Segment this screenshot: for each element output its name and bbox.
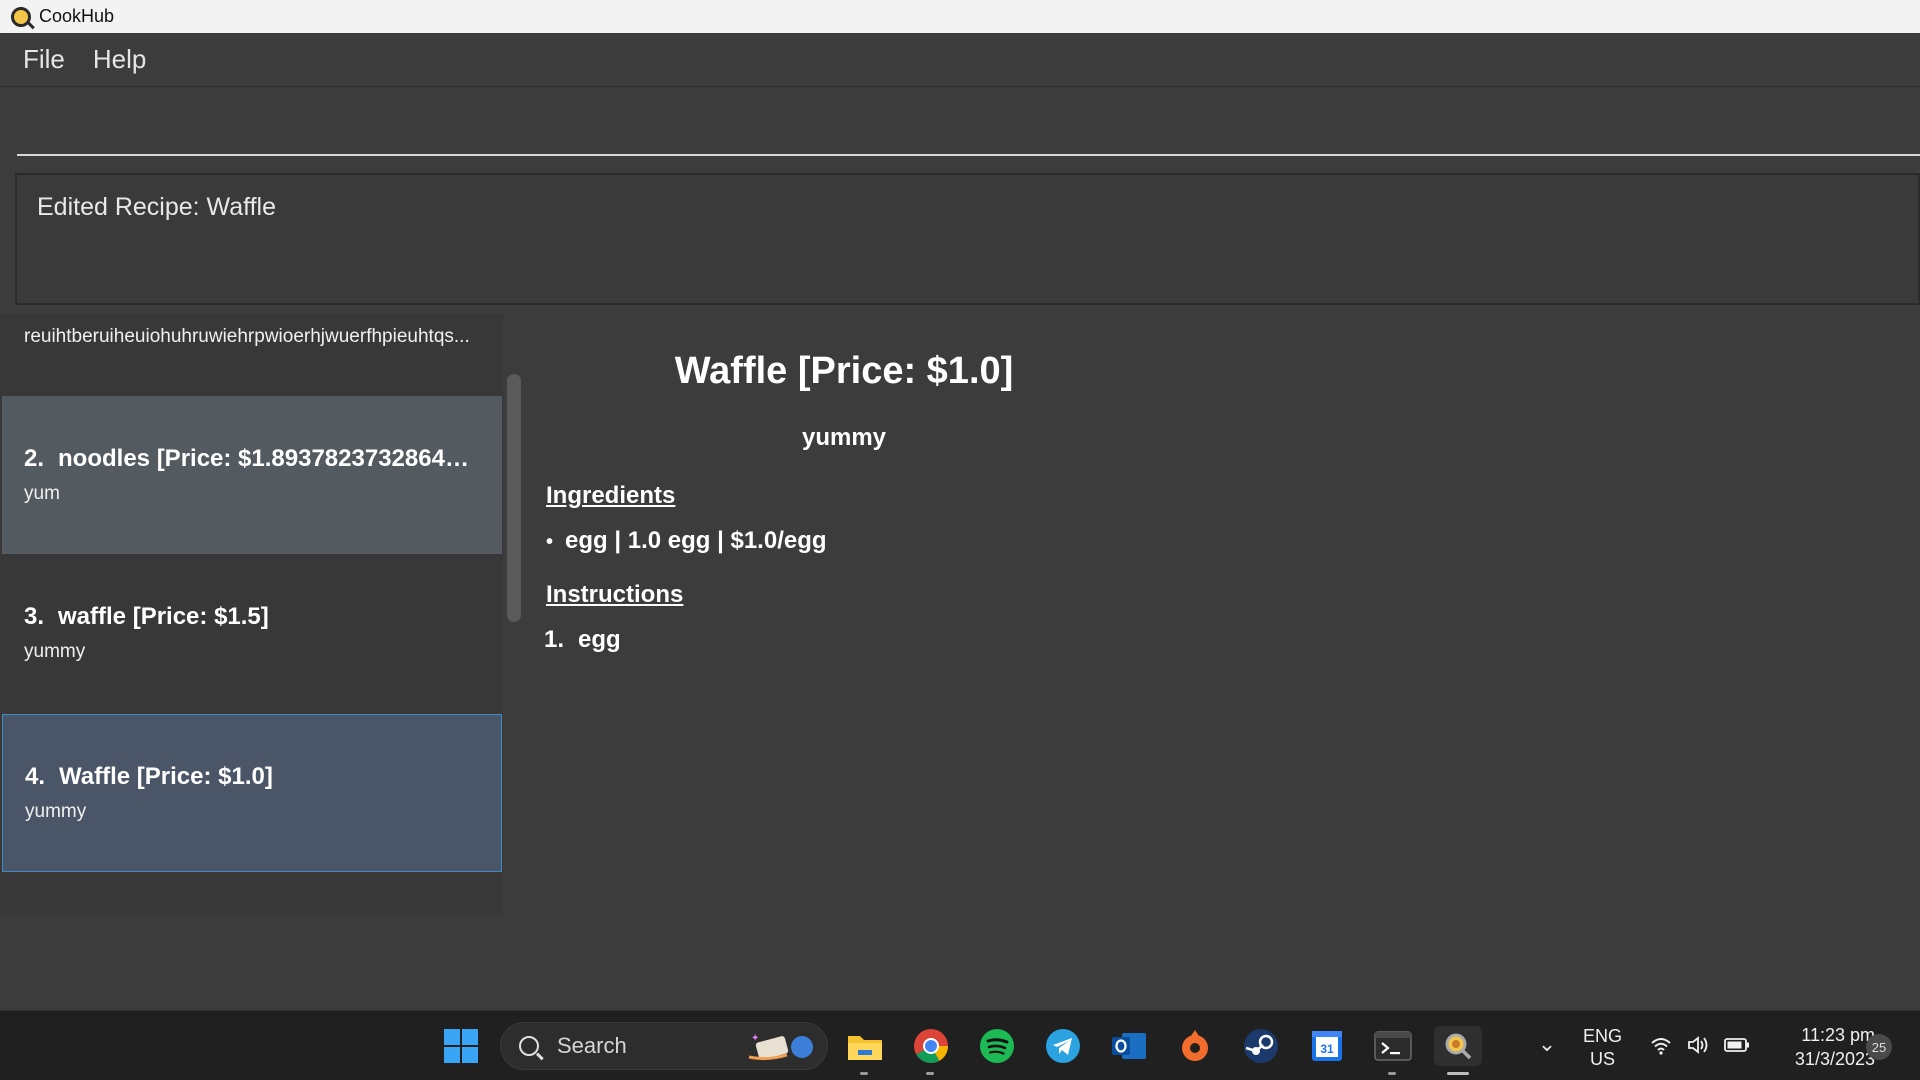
steam-icon[interactable]	[1241, 1026, 1281, 1066]
result-display: Edited Recipe: Waffle	[15, 173, 1920, 305]
system-clock[interactable]: 11:23 pm 31/3/2023	[1760, 1023, 1875, 1071]
taskbar-search[interactable]: Search ✦	[500, 1022, 828, 1070]
instructions-heading: Instructions	[546, 581, 684, 608]
window-titlebar: CookHub	[0, 0, 1920, 33]
file-explorer-icon[interactable]	[845, 1026, 885, 1075]
recipe-index: 4.	[25, 763, 46, 790]
menu-help[interactable]: Help	[79, 44, 160, 75]
wifi-icon[interactable]	[1650, 1034, 1672, 1056]
recipe-card-1[interactable]: reuihtberuiheuiohuhruwiehrpwioerhjwuerfh…	[2, 314, 502, 396]
system-tray[interactable]	[1650, 1034, 1750, 1056]
clock-date: 31/3/2023	[1794, 1049, 1875, 1069]
menu-file[interactable]: File	[0, 44, 79, 75]
recipe-title: waffle [Price: $1.5]	[58, 603, 269, 630]
cookhub-logo-icon	[11, 6, 31, 27]
calendar-day: 31	[1320, 1042, 1334, 1056]
recipe-index: 3.	[24, 603, 45, 630]
cookhub-taskbar-icon[interactable]	[1434, 1026, 1482, 1075]
detail-title: Waffle [Price: $1.0]	[674, 350, 1014, 392]
chrome-icon[interactable]	[911, 1026, 951, 1075]
ingredient-item: • egg | 1.0 egg | $1.0/egg	[546, 527, 827, 555]
language-indicator[interactable]: ENG US	[1583, 1025, 1622, 1071]
spotify-icon[interactable]	[977, 1026, 1017, 1066]
recipe-card-2[interactable]: 2. noodles [Price: $1.893782373286429E...…	[2, 396, 502, 554]
notification-badge[interactable]: 25	[1866, 1034, 1892, 1060]
recipe-card-desc: reuihtberuiheuiohuhruwiehrpwioerhjwuerfh…	[24, 326, 470, 347]
bullet-icon: •	[546, 531, 554, 553]
language-code: ENG	[1583, 1026, 1623, 1046]
battery-icon[interactable]	[1724, 1034, 1750, 1056]
recipe-card-desc: yummy	[25, 801, 87, 822]
keyboard-layout: US	[1590, 1049, 1616, 1069]
recipe-card-desc: yummy	[24, 641, 86, 662]
ingredient-text: egg | 1.0 egg | $1.0/egg	[565, 527, 827, 554]
recipe-card-desc: yum	[24, 483, 60, 504]
svg-text:✦: ✦	[751, 1033, 759, 1044]
recipe-list-scrollbar[interactable]	[503, 314, 524, 916]
search-label: Search	[557, 1033, 627, 1058]
volume-icon[interactable]	[1686, 1034, 1710, 1056]
tray-overflow-chevron-icon[interactable]: ⌄	[1528, 1031, 1566, 1061]
search-icon	[519, 1036, 539, 1056]
scrollbar-thumb[interactable]	[507, 374, 521, 622]
terminal-icon[interactable]	[1373, 1026, 1413, 1075]
result-text: Edited Recipe: Waffle	[37, 193, 277, 221]
windows-start-icon[interactable]	[441, 1026, 481, 1066]
menu-bar: File Help	[0, 33, 1920, 87]
window-title: CookHub	[39, 6, 115, 26]
calendar-icon[interactable]: 31	[1307, 1026, 1347, 1066]
command-area	[0, 88, 1920, 168]
windows-taskbar: Search ✦ 31 ⌄ ENG US 11:23 pm 31/3/2023 …	[0, 1010, 1920, 1080]
search-highlight-icon: ✦	[748, 1033, 813, 1061]
recipe-card-title: 3. waffle [Price: $1.5]	[24, 603, 480, 631]
detail-description: yummy	[801, 424, 887, 451]
origin-icon[interactable]	[1175, 1026, 1215, 1066]
recipe-card-title: 2. noodles [Price: $1.893782373286429E...	[24, 445, 480, 473]
recipe-title: noodles [Price: $1.893782373286429E...	[58, 445, 480, 472]
recipe-index: 2.	[24, 445, 45, 472]
outlook-icon[interactable]	[1109, 1026, 1149, 1066]
command-input[interactable]	[17, 88, 1920, 156]
clock-time: 11:23 pm	[1801, 1025, 1875, 1045]
instruction-text: egg	[578, 626, 621, 653]
recipe-card-title: 4. Waffle [Price: $1.0]	[25, 763, 479, 791]
telegram-icon[interactable]	[1043, 1026, 1083, 1066]
recipe-list[interactable]: reuihtberuiheuiohuhruwiehrpwioerhjwuerfh…	[0, 314, 503, 916]
ingredients-heading: Ingredients	[546, 482, 676, 509]
instruction-item: 1. egg	[544, 626, 621, 654]
recipe-title: Waffle [Price: $1.0]	[59, 763, 273, 790]
main-content: reuihtberuiheuiohuhruwiehrpwioerhjwuerfh…	[0, 314, 1920, 1010]
instruction-number: 1.	[544, 626, 565, 653]
recipe-card-3[interactable]: 3. waffle [Price: $1.5] yummy	[2, 554, 502, 712]
recipe-detail-panel: Waffle [Price: $1.0] yummy Ingredients •…	[524, 314, 1920, 1010]
recipe-card-4-selected[interactable]: 4. Waffle [Price: $1.0] yummy	[2, 714, 502, 872]
